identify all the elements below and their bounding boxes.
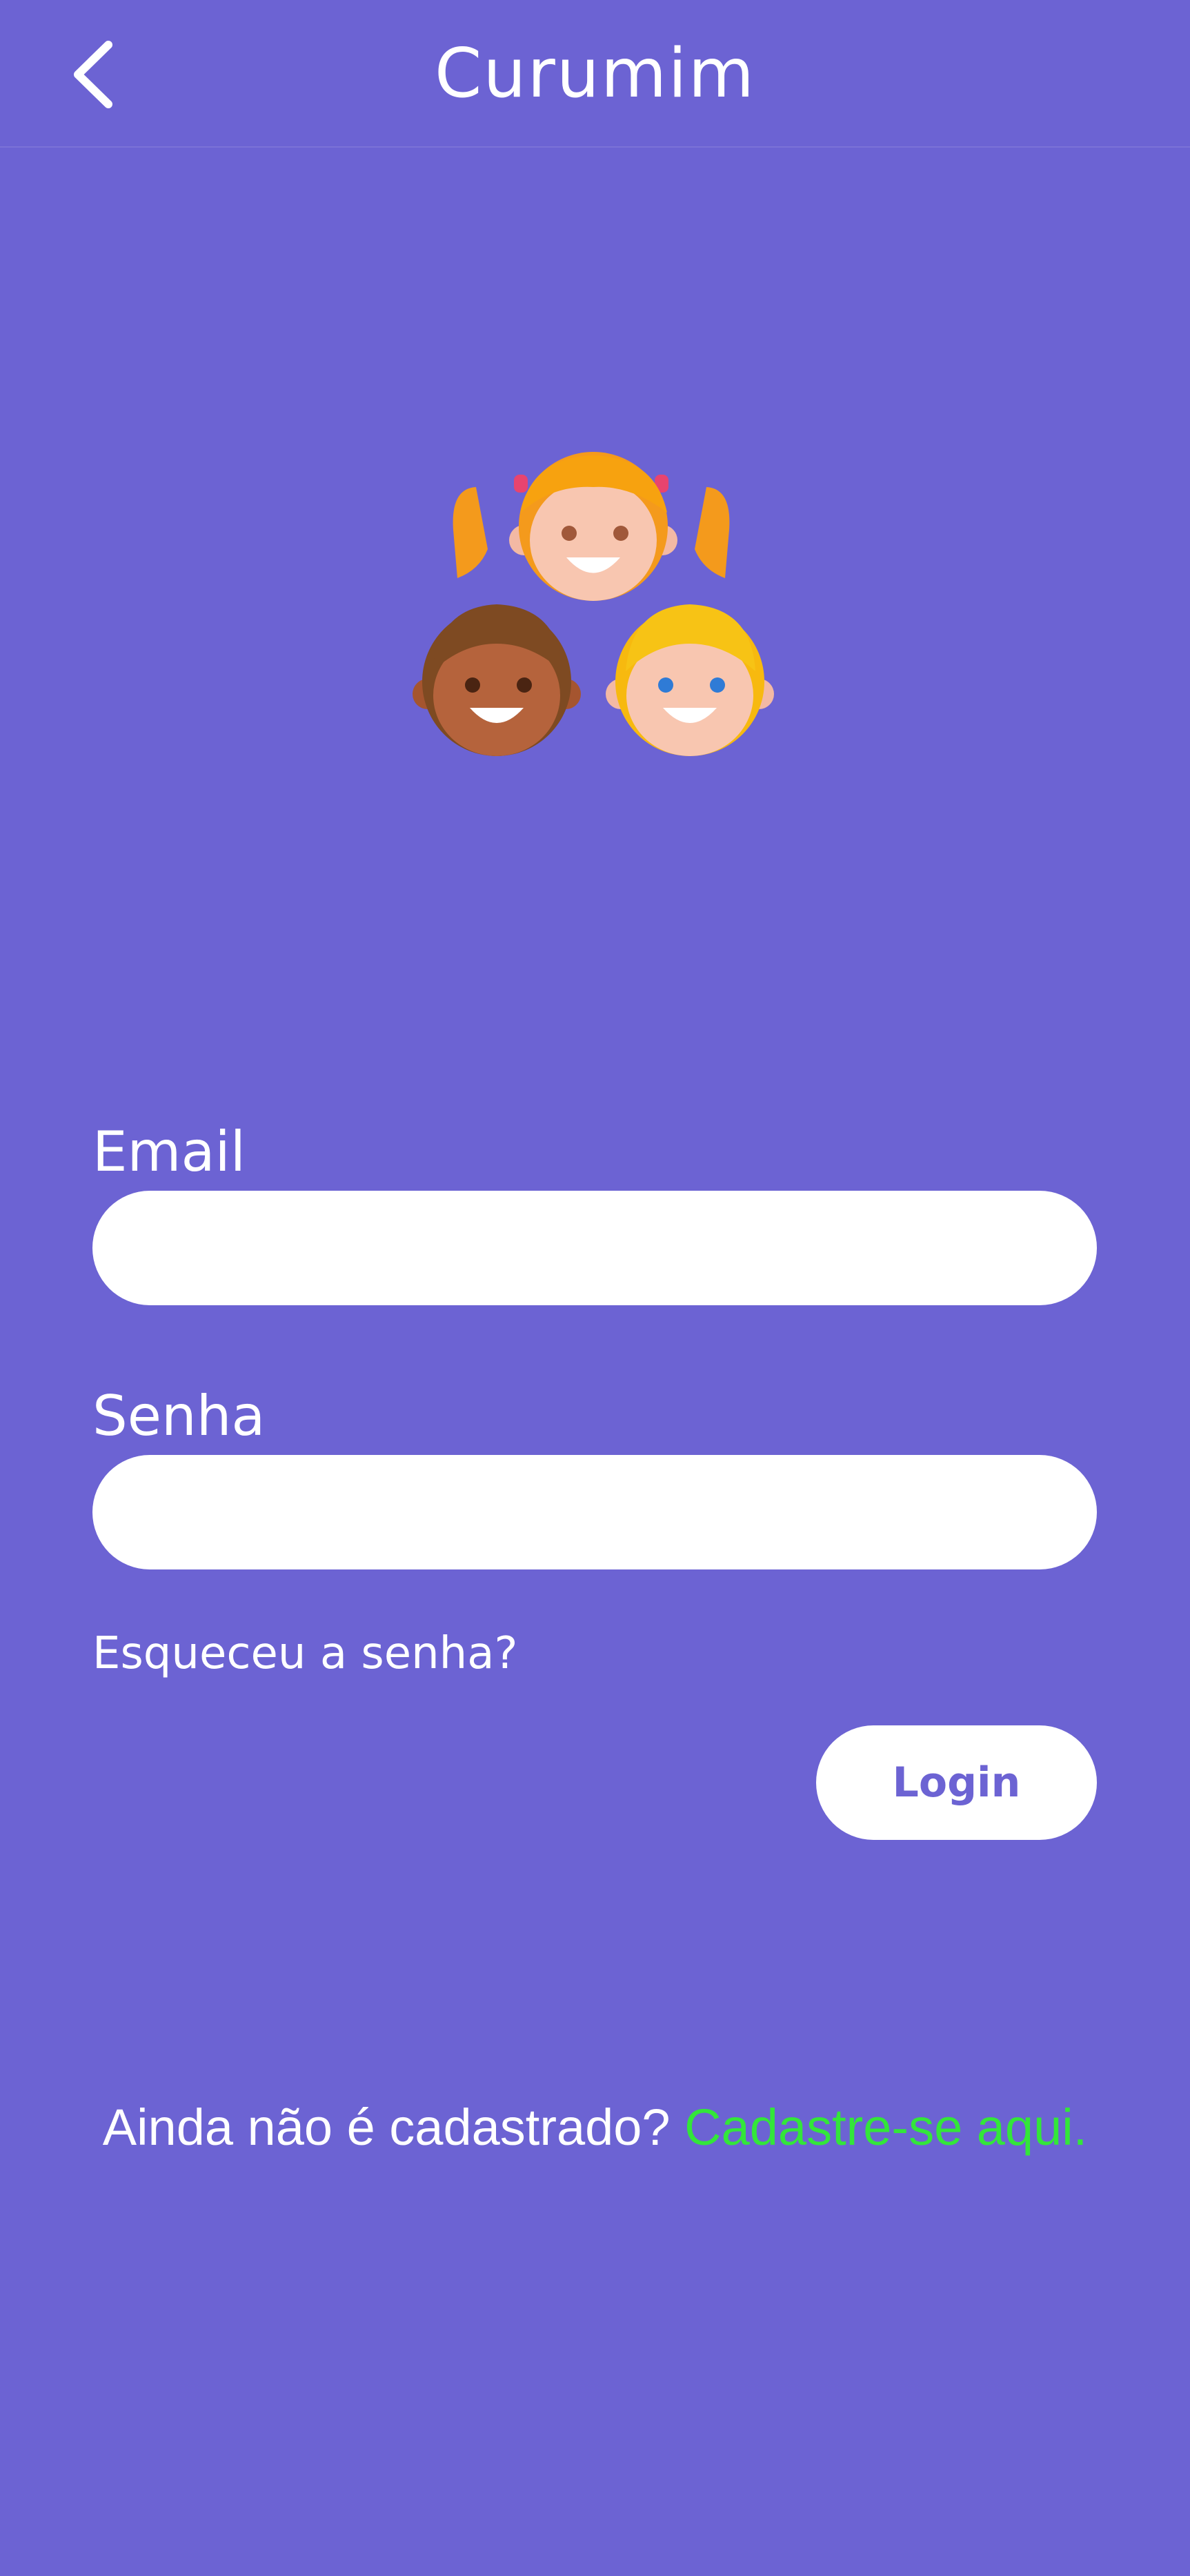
- page-title: Curumim: [434, 34, 756, 113]
- password-field[interactable]: [92, 1455, 1097, 1569]
- forgot-password-link[interactable]: Esqueceu a senha?: [92, 1627, 517, 1681]
- password-label: Senha: [92, 1384, 266, 1448]
- three-children-faces-icon: [413, 452, 774, 756]
- children-logo: [410, 447, 783, 764]
- email-label: Email: [92, 1120, 246, 1184]
- login-button[interactable]: Login: [816, 1725, 1097, 1840]
- email-field[interactable]: [92, 1191, 1097, 1305]
- signup-link[interactable]: Cadastre-se aqui.: [684, 2099, 1087, 2156]
- signup-row: Ainda não é cadastrado? Cadastre-se aqui…: [0, 2093, 1190, 2162]
- app-bar: Curumim: [0, 0, 1190, 148]
- signup-prompt: Ainda não é cadastrado?: [102, 2099, 671, 2156]
- login-button-label: Login: [892, 1758, 1021, 1807]
